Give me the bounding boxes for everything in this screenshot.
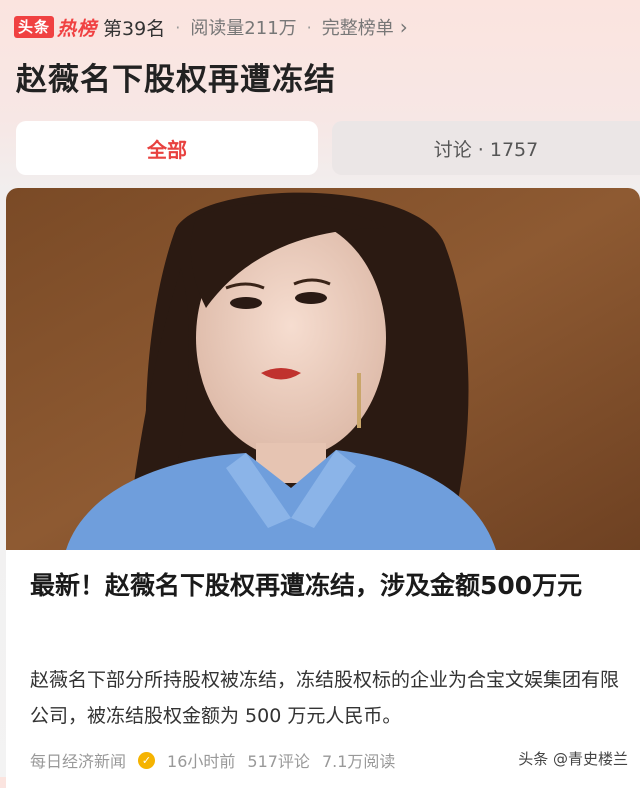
publish-time: 16小时前 (167, 752, 236, 771)
comment-count[interactable]: 517评论 (247, 748, 310, 772)
article-photo[interactable] (6, 188, 640, 550)
separator-dot: · (306, 17, 312, 37)
article-summary[interactable]: 赵薇名下部分所持股权被冻结，冻结股权标的企业为合宝文娱集团有限公司，被冻结股权金… (30, 662, 626, 734)
rank-position: 第39名 (103, 17, 166, 40)
hot-list-logo: 热榜 (57, 17, 98, 40)
read-count: 阅读量211万 (190, 18, 297, 39)
article-card[interactable]: 最新！赵薇名下股权再遭冻结，涉及金额500万元 赵薇名下部分所持股权被冻结，冻结… (6, 188, 640, 788)
full-list-link[interactable]: 完整榜单 (322, 14, 394, 40)
separator-dot: · (175, 17, 181, 37)
read-count: 7.1万阅读 (321, 752, 396, 771)
watermark: 头条 @青史楼兰 (518, 750, 628, 768)
toutiao-logo: 头条 (14, 16, 55, 38)
article-meta: 每日经济新闻 ✓ 16小时前 517评论 7.1万阅读 (30, 748, 407, 772)
rank-bar[interactable]: 头条 热榜 第39名 · 阅读量211万 · 完整榜单 › (14, 12, 408, 42)
tab-all[interactable]: 全部 (16, 121, 318, 175)
tab-discussion[interactable]: 讨论 · 1757 (332, 121, 640, 175)
source-name[interactable]: 每日经济新闻 (30, 748, 126, 772)
topic-title: 赵薇名下股权再遭冻结 (16, 62, 336, 98)
chevron-right-icon[interactable]: › (400, 15, 408, 39)
verified-icon: ✓ (138, 751, 156, 769)
article-headline[interactable]: 最新！赵薇名下股权再遭冻结，涉及金额500万元 (30, 566, 620, 606)
